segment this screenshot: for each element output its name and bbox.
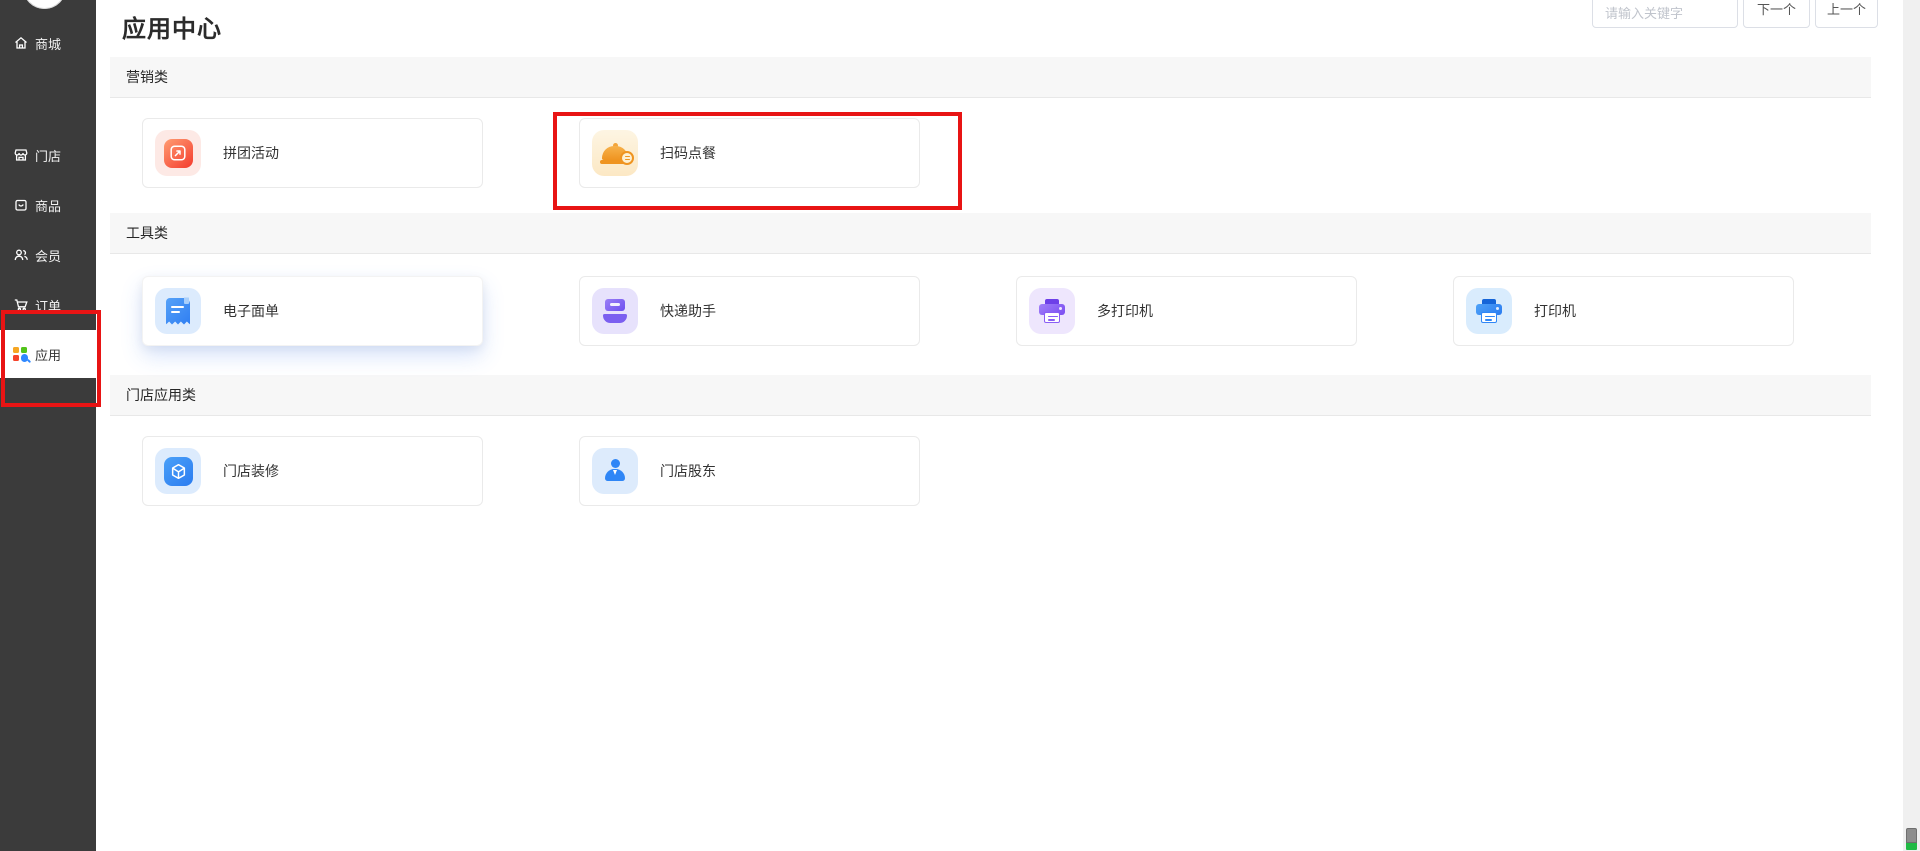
e-waybill-icon [155, 288, 201, 334]
scan-order-icon [592, 130, 638, 176]
app-name: 扫码点餐 [660, 145, 716, 161]
sidebar-item-label: 订单 [35, 298, 62, 314]
card-express-helper[interactable]: 快递助手 [579, 276, 920, 346]
next-button[interactable]: 下一个 [1743, 0, 1810, 28]
sidebar-item-apps[interactable]: 应用 [0, 330, 96, 378]
card-row: 门店装修 门店股东 [96, 416, 1903, 531]
card-scan-order[interactable]: 扫码点餐 [579, 118, 920, 188]
section-title: 门店应用类 [126, 387, 196, 403]
card-row: 拼团活动 扫码点餐 [96, 98, 1903, 213]
sidebar-item-label: 商城 [35, 36, 62, 52]
app-name: 门店股东 [660, 463, 716, 479]
app-name: 快递助手 [660, 303, 716, 319]
section-header: 营销类 [110, 57, 1871, 98]
card-printer[interactable]: 打印机 [1453, 276, 1794, 346]
sidebar-item-mall[interactable]: 商城 [0, 21, 96, 65]
browser-status-widget[interactable] [1906, 828, 1917, 850]
app-sections: 营销类 拼团活动 扫码点餐 工具类 电子面单 快递助手 多打印机 打印机 门店应… [96, 57, 1903, 531]
sidebar-item-product[interactable]: 商品 [0, 183, 96, 227]
sidebar-item-label: 商品 [35, 198, 62, 214]
section-header: 门店应用类 [110, 375, 1871, 416]
app-name: 门店装修 [223, 463, 279, 479]
card-row: 电子面单 快递助手 多打印机 打印机 [96, 254, 1903, 375]
scrollbar-track[interactable] [1903, 0, 1920, 851]
section-store-apps: 门店应用类 门店装修 门店股东 [96, 375, 1903, 531]
main-content: 应用中心 下一个 上一个 营销类 [96, 0, 1903, 851]
cart-icon [12, 297, 29, 314]
prev-button[interactable]: 上一个 [1815, 0, 1878, 28]
section-tools: 工具类 电子面单 快递助手 多打印机 打印机 [96, 213, 1903, 375]
group-buy-icon [155, 130, 201, 176]
section-title: 工具类 [126, 225, 168, 241]
app-name: 多打印机 [1097, 303, 1153, 319]
section-marketing: 营销类 拼团活动 扫码点餐 [96, 57, 1903, 213]
sidebar-item-orders[interactable]: 订单 [0, 283, 96, 327]
search-input[interactable] [1592, 0, 1738, 28]
home-icon [12, 35, 29, 52]
apps-grid-icon [12, 346, 29, 363]
express-helper-icon [592, 288, 638, 334]
sidebar-item-store[interactable]: 门店 [0, 133, 96, 177]
members-icon [12, 247, 29, 264]
sidebar-item-members[interactable]: 会员 [0, 233, 96, 277]
sidebar-item-label: 应用 [35, 347, 62, 363]
card-e-waybill[interactable]: 电子面单 [142, 276, 483, 346]
app-name: 拼团活动 [223, 145, 279, 161]
multi-printer-icon [1029, 288, 1075, 334]
product-bag-icon [12, 197, 29, 214]
printer-icon [1466, 288, 1512, 334]
storefront-icon [12, 147, 29, 164]
sidebar: 商城 门店 商品 会员 订单 应用 [0, 0, 96, 851]
card-store-shareholder[interactable]: 门店股东 [579, 436, 920, 506]
card-multi-printer[interactable]: 多打印机 [1016, 276, 1357, 346]
store-decor-icon [155, 448, 201, 494]
card-store-decor[interactable]: 门店装修 [142, 436, 483, 506]
app-name: 打印机 [1534, 303, 1576, 319]
store-shareholder-icon [592, 448, 638, 494]
card-group-buy[interactable]: 拼团活动 [142, 118, 483, 188]
sidebar-item-label: 门店 [35, 148, 62, 164]
section-header: 工具类 [110, 213, 1871, 254]
shop-logo-avatar[interactable] [23, 0, 66, 9]
page-title: 应用中心 [122, 16, 222, 43]
app-name: 电子面单 [223, 303, 279, 319]
section-title: 营销类 [126, 69, 168, 85]
sidebar-item-label: 会员 [35, 248, 62, 264]
